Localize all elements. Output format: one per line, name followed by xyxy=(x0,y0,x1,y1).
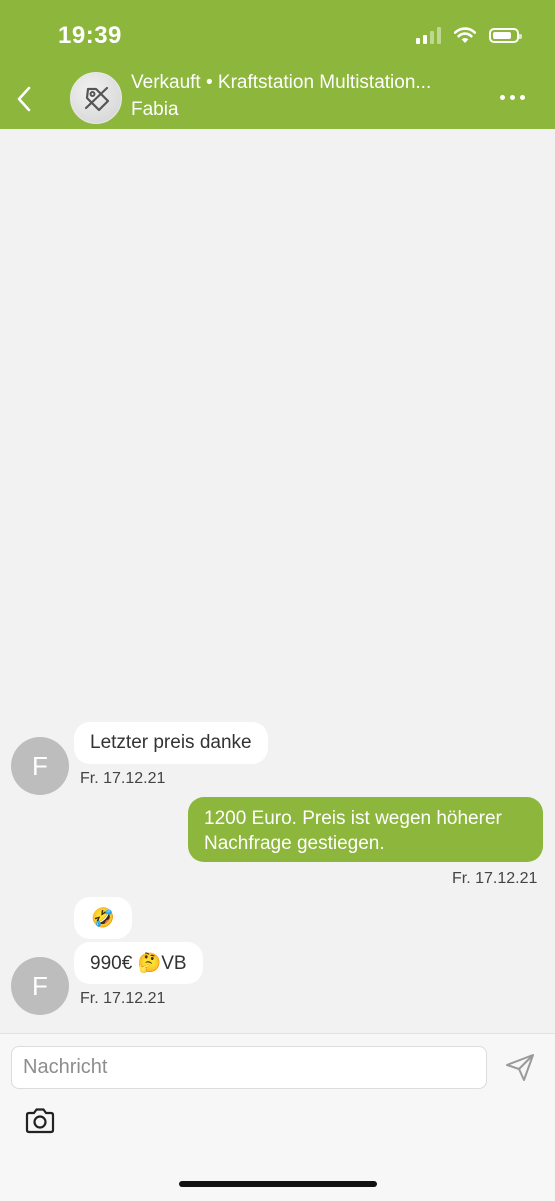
home-indicator[interactable] xyxy=(179,1181,377,1187)
avatar[interactable]: F xyxy=(11,737,69,795)
message-bubble[interactable]: 990€ 🤔VB xyxy=(74,942,203,984)
more-options-icon[interactable] xyxy=(500,95,525,100)
message-bubble-outgoing[interactable]: 1200 Euro. Preis ist wegen höherer Nachf… xyxy=(188,797,543,862)
chat-partner-name[interactable]: Fabia xyxy=(131,99,179,121)
message-timestamp: Fr. 17.12.21 xyxy=(80,770,166,787)
message-timestamp: Fr. 17.12.21 xyxy=(452,870,538,887)
item-thumbnail[interactable] xyxy=(70,72,122,124)
signal-icon xyxy=(416,26,441,44)
battery-icon xyxy=(489,27,522,43)
message-bubble[interactable]: Letzter preis danke xyxy=(74,722,268,764)
status-time: 19:39 xyxy=(58,22,122,49)
message-line: Nachfrage gestiegen. xyxy=(204,833,385,854)
send-icon[interactable] xyxy=(504,1052,536,1082)
tag-icon xyxy=(84,86,110,112)
back-chevron-icon[interactable] xyxy=(12,84,38,114)
avatar[interactable]: F xyxy=(11,957,69,1015)
camera-icon[interactable] xyxy=(24,1107,56,1135)
message-composer xyxy=(0,1033,555,1201)
status-icons xyxy=(416,26,522,44)
message-input[interactable] xyxy=(11,1046,487,1089)
wifi-icon xyxy=(453,27,477,43)
app-header: 19:39 Verkauft • Kraftstation Multistati… xyxy=(0,0,555,129)
message-line: 1200 Euro. Preis ist wegen höherer xyxy=(204,808,502,829)
message-timestamp: Fr. 17.12.21 xyxy=(80,990,166,1007)
message-bubble-emoji[interactable]: 🤣 xyxy=(74,897,132,939)
chat-title[interactable]: Verkauft • Kraftstation Multistation... xyxy=(131,72,431,94)
